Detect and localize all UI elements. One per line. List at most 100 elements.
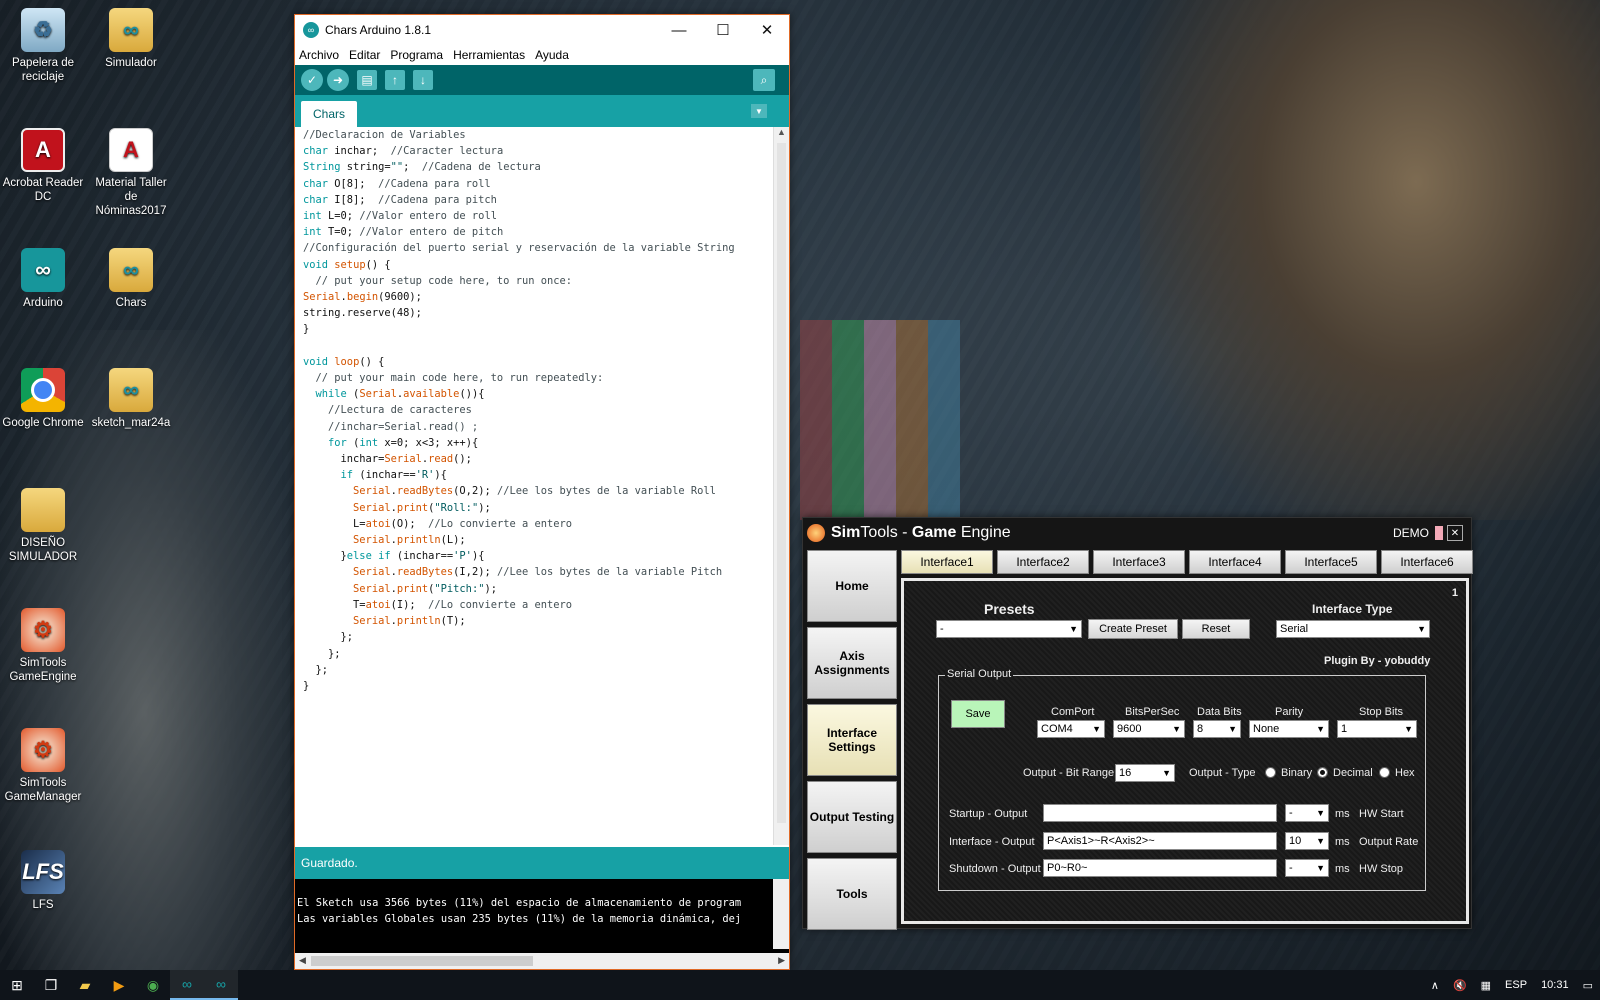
- desktop-icon-lfs[interactable]: LFS LFS: [0, 850, 86, 912]
- arduino-titlebar[interactable]: ∞ Chars Arduino 1.8.1 — ☐ ✕: [295, 15, 789, 45]
- decimal-label: Decimal: [1333, 767, 1373, 779]
- chrome-taskbar-icon[interactable]: ◉: [136, 970, 170, 1000]
- tab-interface3[interactable]: Interface3: [1093, 550, 1185, 574]
- chevron-up-icon[interactable]: ∧: [1431, 979, 1439, 992]
- menu-editar[interactable]: Editar: [349, 48, 380, 62]
- nav-tools[interactable]: Tools: [807, 858, 897, 930]
- system-tray: ∧ 🔇 ▦ ESP 10:31 ▭: [1424, 979, 1600, 992]
- shutdown-output-input[interactable]: P0~R0~: [1043, 859, 1277, 877]
- nav-axis-assignments[interactable]: Axis Assignments: [807, 627, 897, 699]
- scroll-thumb[interactable]: [311, 956, 533, 966]
- console-line: Las variables Globales usan 235 bytes (1…: [297, 913, 742, 925]
- save-settings-button[interactable]: Save: [951, 700, 1005, 728]
- minimize-button[interactable]: [1435, 526, 1443, 540]
- maximize-button[interactable]: ☐: [701, 15, 745, 45]
- code-editor[interactable]: //Declaracion de Variables char inchar; …: [295, 127, 789, 845]
- desktop-icon-simulador[interactable]: ∞ Simulador: [88, 8, 174, 70]
- tab-interface4[interactable]: Interface4: [1189, 550, 1281, 574]
- desktop-icon-material-taller[interactable]: A Material Taller de Nóminas2017: [88, 128, 174, 218]
- interface-output-input[interactable]: P<Axis1>~R<Axis2>~: [1043, 832, 1277, 850]
- reset-button[interactable]: Reset: [1182, 619, 1250, 639]
- simtools-titlebar[interactable]: SimTools - Game Engine DEMO ✕: [803, 518, 1471, 548]
- tab-chars[interactable]: Chars: [301, 101, 358, 127]
- clock[interactable]: 10:31: [1541, 979, 1569, 991]
- tab-interface1[interactable]: Interface1: [901, 550, 993, 574]
- minimize-button[interactable]: —: [657, 15, 701, 45]
- arduino-icon: ∞: [303, 22, 319, 38]
- desktop-icon-simtools-gamemanager[interactable]: ⚙ SimTools GameManager: [0, 728, 86, 804]
- tab-interface2[interactable]: Interface2: [997, 550, 1089, 574]
- interface-type-select[interactable]: Serial ▼: [1276, 620, 1430, 638]
- desktop-icon-chars[interactable]: ∞ Chars: [88, 248, 174, 310]
- nav-home[interactable]: Home: [807, 550, 897, 622]
- scroll-up-icon[interactable]: ▲: [774, 127, 789, 143]
- bitspersec-select[interactable]: 9600 ▼: [1113, 720, 1185, 738]
- arduino-window: ∞ Chars Arduino 1.8.1 — ☐ ✕ Archivo Edit…: [294, 14, 790, 970]
- language-indicator[interactable]: ESP: [1505, 979, 1527, 991]
- close-button[interactable]: ✕: [1447, 525, 1463, 541]
- taskbar: ⊞ ❐ ▰ ▶ ◉ ∞ ∞ ∧ 🔇 ▦ ESP 10:31 ▭: [0, 970, 1600, 1000]
- tab-interface6[interactable]: Interface6: [1381, 550, 1473, 574]
- volume-icon[interactable]: 🔇: [1453, 979, 1467, 992]
- startup-output-input[interactable]: [1043, 804, 1277, 822]
- simtools-window: SimTools - Game Engine DEMO ✕ Home Axis …: [802, 517, 1473, 930]
- notification-icon[interactable]: ▭: [1583, 979, 1593, 992]
- desktop-icon-acrobat[interactable]: A Acrobat Reader DC: [0, 128, 86, 204]
- pdf-file-icon: A: [109, 128, 153, 172]
- scroll-left-icon[interactable]: ◀: [299, 955, 306, 966]
- network-icon[interactable]: ▦: [1481, 979, 1491, 992]
- binary-radio[interactable]: [1265, 767, 1276, 778]
- decimal-radio[interactable]: [1317, 767, 1328, 778]
- new-button[interactable]: ▤: [357, 70, 377, 90]
- menu-herramientas[interactable]: Herramientas: [453, 48, 525, 62]
- verify-button[interactable]: ✓: [301, 69, 323, 91]
- serial-output-label: Serial Output: [945, 668, 1014, 680]
- desktop-icon-sketch[interactable]: ∞ sketch_mar24a: [88, 368, 174, 430]
- menu-programa[interactable]: Programa: [390, 48, 443, 62]
- comport-select[interactable]: COM4 ▼: [1037, 720, 1105, 738]
- tab-menu-button[interactable]: ▼: [751, 104, 767, 118]
- output-rate-label: Output Rate: [1359, 836, 1419, 848]
- arduino-taskbar-icon-2[interactable]: ∞: [204, 970, 238, 1000]
- file-explorer-icon[interactable]: ▰: [68, 970, 102, 1000]
- console-horizontal-scrollbar[interactable]: ◀ ▶: [295, 953, 789, 969]
- hex-radio[interactable]: [1379, 767, 1390, 778]
- stopbits-select[interactable]: 1 ▼: [1337, 720, 1417, 738]
- desktop-icon-diseno-simulador[interactable]: DISEÑO SIMULADOR: [0, 488, 86, 564]
- startup-ms-select[interactable]: - ▼: [1285, 804, 1329, 822]
- save-button[interactable]: ↓: [413, 70, 433, 90]
- create-preset-button[interactable]: Create Preset: [1088, 619, 1178, 639]
- start-windows-icon[interactable]: ⊞: [0, 970, 34, 1000]
- databits-select[interactable]: 8 ▼: [1193, 720, 1241, 738]
- upload-button[interactable]: ➜: [327, 69, 349, 91]
- nav-interface-settings[interactable]: Interface Settings: [807, 704, 897, 776]
- task-view-icon[interactable]: ❐: [34, 970, 68, 1000]
- tab-interface5[interactable]: Interface5: [1285, 550, 1377, 574]
- chevron-down-icon: ▼: [1316, 836, 1325, 846]
- editor-vertical-scrollbar[interactable]: ▲: [773, 127, 789, 845]
- interface-ms-select[interactable]: 10 ▼: [1285, 832, 1329, 850]
- console-vertical-scrollbar[interactable]: [773, 879, 789, 949]
- bitrange-select[interactable]: 16 ▼: [1115, 764, 1175, 782]
- scroll-thumb[interactable]: [777, 143, 786, 823]
- desktop-icon-recycle-bin[interactable]: ♻ Papelera de reciclaje: [0, 8, 86, 84]
- presets-select[interactable]: - ▼: [936, 620, 1082, 638]
- nav-output-testing[interactable]: Output Testing: [807, 781, 897, 853]
- startup-output-label: Startup - Output: [949, 808, 1028, 820]
- open-button[interactable]: ↑: [385, 70, 405, 90]
- arduino-taskbar-icon[interactable]: ∞: [170, 970, 204, 1000]
- ms-label: ms: [1335, 808, 1350, 820]
- close-button[interactable]: ✕: [745, 15, 789, 45]
- desktop-icon-chrome[interactable]: Google Chrome: [0, 368, 86, 430]
- media-player-icon[interactable]: ▶: [102, 970, 136, 1000]
- desktop-icon-simtools-gameengine[interactable]: ⚙ SimTools GameEngine: [0, 608, 86, 684]
- menu-ayuda[interactable]: Ayuda: [535, 48, 569, 62]
- scroll-right-icon[interactable]: ▶: [778, 955, 785, 966]
- interface-output-label: Interface - Output: [949, 836, 1035, 848]
- shutdown-ms-select[interactable]: - ▼: [1285, 859, 1329, 877]
- serial-monitor-button[interactable]: ⌕: [753, 69, 775, 91]
- menu-archivo[interactable]: Archivo: [299, 48, 339, 62]
- parity-select[interactable]: None ▼: [1249, 720, 1329, 738]
- output-type-label: Output - Type: [1189, 767, 1256, 779]
- desktop-icon-arduino[interactable]: ∞ Arduino: [0, 248, 86, 310]
